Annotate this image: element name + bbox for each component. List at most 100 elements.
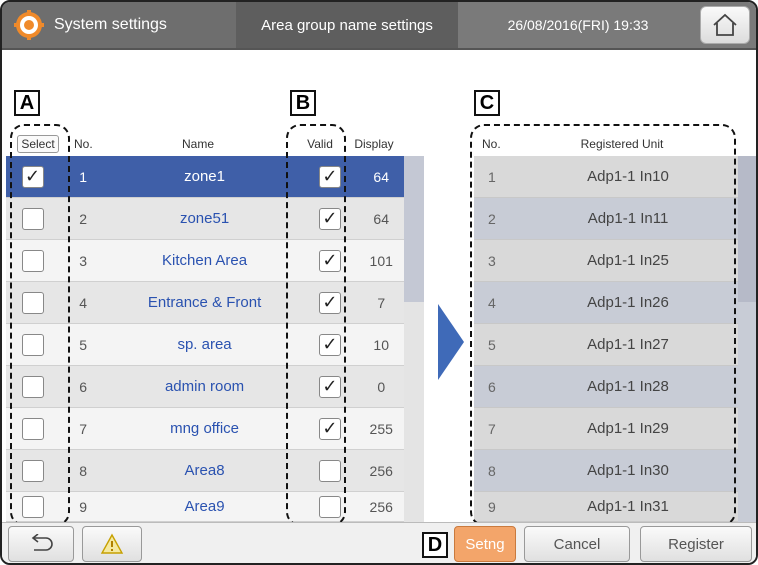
header-left: System settings xyxy=(2,2,236,48)
table-row[interactable]: 4 Entrance & Front ✓ 7 xyxy=(6,282,404,324)
unit-number: 8 xyxy=(488,462,496,479)
unit-number: 4 xyxy=(488,294,496,311)
home-icon xyxy=(713,13,737,36)
list-item[interactable]: 6 Adp1-1 In28 xyxy=(474,366,738,408)
valid-checkbox[interactable]: ✓ xyxy=(318,207,341,230)
right-scrollbar-thumb[interactable] xyxy=(738,156,756,302)
display-value: 256 xyxy=(369,498,393,515)
area-name[interactable]: Area8 xyxy=(108,462,302,479)
unit-number: 9 xyxy=(488,498,496,515)
app-title: System settings xyxy=(54,16,167,33)
datetime-display: 26/08/2016(FRI) 19:33 xyxy=(507,17,649,33)
valid-checkbox[interactable]: ✓ xyxy=(318,417,341,440)
alert-button[interactable] xyxy=(82,526,142,562)
home-button[interactable] xyxy=(700,6,750,44)
select-cell xyxy=(6,495,59,518)
list-item[interactable]: 7 Adp1-1 In29 xyxy=(474,408,738,450)
select-checkbox[interactable] xyxy=(21,495,44,518)
select-cell xyxy=(6,291,59,314)
valid-cell: ✓ xyxy=(301,165,358,188)
select-checkbox[interactable]: ✓ xyxy=(21,165,44,188)
area-name[interactable]: Area9 xyxy=(108,498,302,515)
table-row[interactable]: 5 sp. area ✓ 10 xyxy=(6,324,404,366)
table-row[interactable]: 2 zone51 ✓ 64 xyxy=(6,198,404,240)
registered-unit: Adp1-1 In10 xyxy=(587,168,669,185)
name-column-header: Name xyxy=(181,137,214,151)
cancel-button[interactable]: Cancel xyxy=(524,526,630,562)
list-item[interactable]: 4 Adp1-1 In26 xyxy=(474,282,738,324)
unit-number: 6 xyxy=(488,378,496,395)
list-item[interactable]: 9 Adp1-1 In31 xyxy=(474,492,738,522)
registered-unit: Adp1-1 In11 xyxy=(587,210,669,227)
valid-checkbox[interactable] xyxy=(318,495,341,518)
list-item[interactable]: 5 Adp1-1 In27 xyxy=(474,324,738,366)
registered-unit: Adp1-1 In31 xyxy=(587,498,669,515)
register-button[interactable]: Register xyxy=(640,526,752,562)
valid-checkbox[interactable] xyxy=(318,459,341,482)
page-title: Area group name settings xyxy=(236,2,458,48)
table-row[interactable]: 9 Area9 256 xyxy=(6,492,404,522)
select-checkbox[interactable] xyxy=(21,249,44,272)
valid-cell: ✓ xyxy=(301,207,358,230)
display-value: 64 xyxy=(373,168,389,185)
select-cell: ✓ xyxy=(6,165,59,188)
registered-unit: Adp1-1 In28 xyxy=(587,378,669,395)
select-checkbox[interactable] xyxy=(21,375,44,398)
gear-icon xyxy=(14,10,44,40)
unit-number: 7 xyxy=(488,420,496,437)
list-item[interactable]: 3 Adp1-1 In25 xyxy=(474,240,738,282)
valid-checkbox[interactable]: ✓ xyxy=(318,249,341,272)
area-name[interactable]: Kitchen Area xyxy=(108,252,302,269)
valid-checkbox[interactable]: ✓ xyxy=(318,165,341,188)
select-checkbox[interactable] xyxy=(21,333,44,356)
valid-cell: ✓ xyxy=(301,291,358,314)
back-arrow-icon xyxy=(31,534,53,551)
select-checkbox[interactable] xyxy=(21,207,44,230)
area-name[interactable]: zone51 xyxy=(108,210,302,227)
valid-checkbox[interactable]: ✓ xyxy=(318,375,341,398)
setng-button[interactable]: Setng xyxy=(454,526,516,562)
display-value: 0 xyxy=(377,378,386,395)
row-number: 5 xyxy=(79,336,87,353)
select-cell xyxy=(6,249,59,272)
row-number: 3 xyxy=(79,252,87,269)
display-value: 7 xyxy=(377,294,386,311)
valid-checkbox[interactable]: ✓ xyxy=(318,291,341,314)
area-name[interactable]: admin room xyxy=(108,378,302,395)
select-cell xyxy=(6,375,59,398)
row-number: 1 xyxy=(79,168,87,185)
valid-cell xyxy=(301,459,358,482)
registered-unit: Adp1-1 In25 xyxy=(587,252,669,269)
list-item[interactable]: 2 Adp1-1 In11 xyxy=(474,198,738,240)
unit-number: 3 xyxy=(488,252,496,269)
list-item[interactable]: 8 Adp1-1 In30 xyxy=(474,450,738,492)
area-name[interactable]: Entrance & Front xyxy=(108,294,302,311)
transfer-arrow-icon xyxy=(438,304,464,380)
list-item[interactable]: 1 Adp1-1 In10 xyxy=(474,156,738,198)
area-name[interactable]: mng office xyxy=(108,420,302,437)
table-row[interactable]: 6 admin room ✓ 0 xyxy=(6,366,404,408)
left-scrollbar-thumb[interactable] xyxy=(404,156,424,302)
select-checkbox[interactable] xyxy=(21,291,44,314)
select-column-header: Select xyxy=(10,132,66,156)
table-row[interactable]: 7 mng office ✓ 255 xyxy=(6,408,404,450)
table-row[interactable]: 8 Area8 256 xyxy=(6,450,404,492)
table-row[interactable]: 3 Kitchen Area ✓ 101 xyxy=(6,240,404,282)
row-number: 7 xyxy=(79,420,87,437)
row-number: 2 xyxy=(79,210,87,227)
unit-no-column-header: No. xyxy=(482,137,501,151)
back-button[interactable] xyxy=(8,526,74,562)
display-value: 101 xyxy=(369,252,393,269)
label-a: A xyxy=(14,90,40,116)
select-checkbox[interactable] xyxy=(21,459,44,482)
area-name[interactable]: sp. area xyxy=(108,336,302,353)
select-checkbox[interactable] xyxy=(21,417,44,440)
valid-checkbox[interactable]: ✓ xyxy=(318,333,341,356)
table-row[interactable]: ✓ 1 zone1 ✓ 64 xyxy=(6,156,404,198)
area-name[interactable]: zone1 xyxy=(108,168,302,185)
window-frame: System settings Area group name settings… xyxy=(0,0,758,565)
row-number: 4 xyxy=(79,294,87,311)
header-bar: System settings Area group name settings… xyxy=(2,2,756,50)
select-header-label[interactable]: Select xyxy=(17,135,59,153)
unit-number: 5 xyxy=(488,336,496,353)
